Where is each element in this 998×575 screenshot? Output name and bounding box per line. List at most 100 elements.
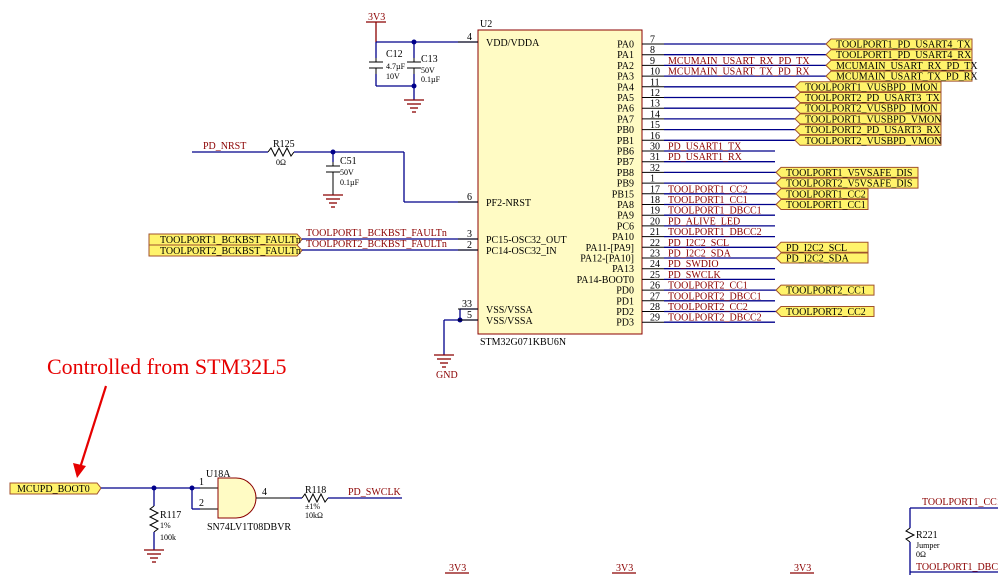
u2-pin-name: PB7	[617, 157, 634, 168]
net-port-label: TOOLPORT1_CC2	[786, 189, 866, 200]
u2-net-label: MCUMAIN_USART_RX_PD_TX	[668, 56, 810, 67]
u2-pin-number: 22	[650, 238, 660, 249]
left-ports: TOOLPORT1_BCKBST_FAULTn TOOLPORT2_BCKBST…	[148, 228, 478, 257]
net-port-label: TOOLPORT1_PD_USART4_RX	[836, 50, 972, 61]
u2-net-label: PD_ALIVE_LED	[668, 216, 740, 227]
u2-pin-name: VDD/VDDA	[486, 38, 540, 49]
u2-pin-name: PA12-[PA10]	[580, 254, 634, 265]
ground-symbol-main: GND	[434, 354, 458, 381]
bottom-power-labels: 3V3 3V3 3V3	[445, 563, 814, 574]
u2-pin-number: 14	[650, 109, 660, 120]
u2-pin-number: 33	[462, 299, 472, 310]
u2-designator: U2	[480, 19, 492, 30]
u2-pin-number: 18	[650, 195, 660, 206]
nrst-net-label: PD_NRST	[203, 141, 246, 152]
u2-pin-name: PA3	[617, 72, 634, 83]
u2-pin-name: PA1	[617, 50, 634, 61]
u2-pin-number: 1	[650, 174, 655, 185]
u2-pin-name: VSS/VSSA	[486, 305, 533, 316]
u2-pin-name: PD0	[616, 286, 634, 297]
net-port-label: PD_I2C2_SDA	[786, 254, 850, 265]
u2-pin-number: 23	[650, 249, 660, 260]
u2-pin-name: PA2	[617, 61, 634, 72]
c51-value1: 50V	[340, 168, 354, 177]
left-port-net: TOOLPORT1_BCKBST_FAULTn	[306, 228, 447, 239]
u18-pin-b: 2	[199, 498, 204, 509]
c51-designator: C51	[340, 156, 357, 167]
annotation-text: Controlled from STM32L5	[47, 354, 287, 379]
u2-pin-name: PF2-NRST	[486, 198, 531, 209]
u2-pin-number: 13	[650, 99, 660, 110]
bottom-right-net-top: TOOLPORT1_CC1	[922, 497, 998, 508]
u2-pin-number: 25	[650, 270, 660, 281]
u2-pin-number: 6	[467, 192, 472, 203]
u2-net-label: TOOLPORT2_CC1	[668, 281, 748, 292]
u2-pin-name: PA10	[612, 232, 634, 243]
r117-value1: 1%	[160, 521, 171, 530]
r118-value1: ±1%	[305, 502, 320, 511]
u2-pin-name: VSS/VSSA	[486, 316, 533, 327]
c51-value2: 0.1µF	[340, 178, 360, 187]
boot-out-net: PD_SWCLK	[348, 487, 402, 498]
left-port-label: TOOLPORT2_BCKBST_FAULTn	[160, 246, 301, 257]
c12-value1: 4.7µF	[386, 62, 406, 71]
u2-pin-name: PB6	[617, 147, 634, 158]
u2-pin-name: PB0	[617, 125, 634, 136]
u2-net-label: TOOLPORT1_DBCC1	[668, 206, 762, 217]
u18-pin-a: 1	[199, 477, 204, 488]
u2-net-label: TOOLPORT1_DBCC2	[668, 227, 762, 238]
bottom-right-partial: TOOLPORT1_CC1 R221 Jumper 0Ω TOOLPORT1_D…	[905, 497, 998, 575]
vcc-power-flag: 3V3	[366, 12, 386, 42]
r221-value2: 0Ω	[916, 550, 926, 559]
u2-pin-number: 5	[467, 310, 472, 321]
r118-designator: R118	[305, 485, 326, 496]
r117-value2: 100k	[160, 533, 176, 542]
vss-bus	[443, 308, 478, 355]
schematic-canvas: 3V3 C12 4.7µF 10V C13 50V 0.1µF PD_NRST …	[9, 12, 998, 575]
u2-pin-name: PD3	[616, 318, 634, 329]
u2-net-label: PD_USART1_TX	[668, 142, 742, 153]
u2-pin-name: PD2	[616, 307, 634, 318]
r221-value1: Jumper	[916, 541, 940, 550]
capacitor-c13: C13 50V 0.1µF	[407, 54, 441, 84]
annotation-arrow-icon	[73, 463, 86, 478]
u2-right-pin: 32 PB8 TOOLPORT1_V5VSAFE_DIS	[617, 163, 919, 179]
net-port-label: TOOLPORT1_PD_USART4_TX	[836, 40, 972, 51]
c13-value1: 50V	[421, 66, 435, 75]
net-port-label: MCUMAIN_USART_RX_PD_TX	[836, 61, 978, 72]
u2-pin-number: 11	[650, 77, 660, 88]
u2-pin-number: 28	[650, 302, 660, 313]
u2-net-label: MCUMAIN_USART_TX_PD_RX	[668, 67, 810, 78]
u2-pin-name: PA6	[617, 104, 634, 115]
u2-net-label: PD_I2C2_SDA	[668, 249, 732, 260]
u2-pin-number: 20	[650, 216, 660, 227]
ground-symbol-c51	[323, 194, 343, 208]
u2-pin-name: PA13	[612, 264, 634, 275]
capacitor-c51: C51 50V 0.1µF	[326, 156, 360, 195]
u2-right-pin: 7 PA0 TOOLPORT1_PD_USART4_TX	[617, 35, 973, 51]
net-port-label: TOOLPORT1_VUSBPD_IMON	[805, 82, 938, 93]
u2-pin-name: PC15-OSC32_OUT	[486, 235, 567, 246]
u2-pin-name: PA5	[617, 93, 634, 104]
u2-pin-name: PA11-[PA9]	[586, 243, 634, 254]
u2-net-label: TOOLPORT2_DBCC1	[668, 291, 762, 302]
u2-pin-number: 8	[650, 45, 655, 56]
u2-pin-number: 4	[467, 32, 472, 43]
net-port-label: TOOLPORT2_VUSBPD_IMON	[805, 104, 938, 115]
u2-pin-number: 2	[467, 240, 472, 251]
net-port-label: PD_I2C2_SCL	[786, 243, 847, 254]
u2-pin-number: 31	[650, 152, 660, 163]
u2-pin-number: 15	[650, 120, 660, 131]
c12-designator: C12	[386, 49, 403, 60]
ground-symbol-caps	[404, 99, 424, 113]
u2-pin-number: 24	[650, 259, 660, 270]
u2-net-label: PD_SWDIO	[668, 259, 719, 270]
u2-pin-name: PB15	[612, 189, 634, 200]
u18-part: SN74LV1T08DBVR	[207, 522, 291, 533]
u2-pin-number: 17	[650, 184, 660, 195]
u2-net-label: PD_SWCLK	[668, 270, 722, 281]
net-port-label: TOOLPORT2_VUSBPD_VMON	[805, 136, 941, 147]
u2-pin-name: PB1	[617, 136, 634, 147]
u2-pin-number: 3	[467, 229, 472, 240]
net-port-label: TOOLPORT2_CC2	[786, 307, 866, 318]
